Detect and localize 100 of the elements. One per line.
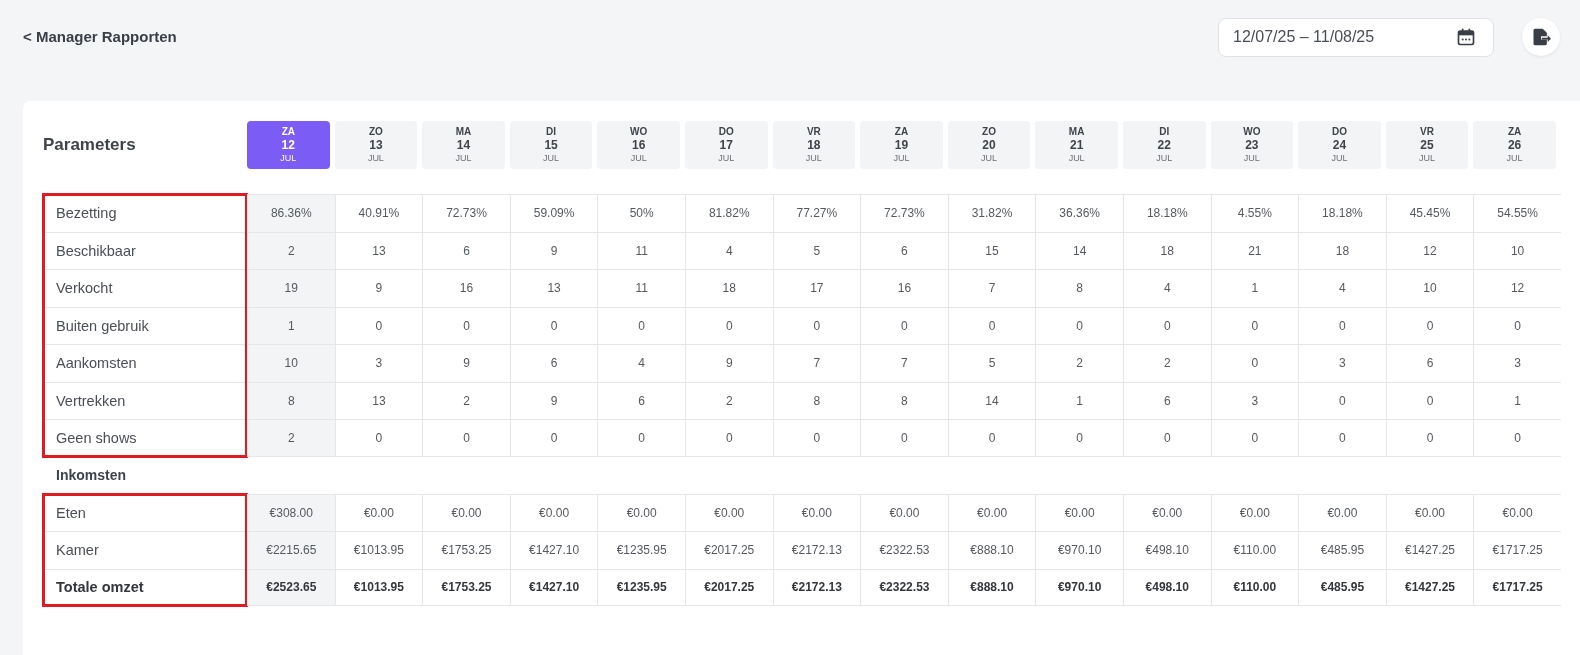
table-cell: €1717.25 [1473, 568, 1561, 606]
weekday-label: ZA [281, 126, 295, 139]
date-tab[interactable]: VR 25 JUL [1385, 121, 1469, 169]
day-number: 17 [719, 138, 733, 153]
table-cell: 4.55% [1210, 194, 1299, 232]
table-cell: 0 [1210, 306, 1299, 344]
table-cell: 81.82% [684, 194, 773, 232]
table-cell: 8 [1035, 269, 1123, 307]
table-cell: €1753.25 [422, 568, 510, 606]
date-tab[interactable]: ZA 12 JUL [247, 121, 330, 169]
table-cell: €2172.13 [772, 531, 861, 569]
date-range-field[interactable]: 12/07/25 – 11/08/25 [1218, 17, 1494, 57]
table-cell: 31.82% [947, 194, 1036, 232]
date-tab[interactable]: ZO 20 JUL [947, 121, 1031, 169]
table-cell: 9 [334, 269, 423, 307]
table-cell: €1753.25 [422, 531, 510, 569]
table-cell: 18.18% [1122, 194, 1211, 232]
table-cell: 0 [1473, 306, 1561, 344]
weekday-label: VR [806, 126, 821, 139]
date-tab[interactable]: DO 24 JUL [1298, 121, 1381, 169]
table-cell: €110.00 [1210, 568, 1299, 606]
day-number: 26 [1507, 138, 1522, 153]
month-label: JUL [718, 152, 735, 164]
table-cell: 0 [1122, 419, 1211, 457]
date-tab[interactable]: WO 23 JUL [1210, 121, 1294, 169]
table-cell: €888.10 [947, 531, 1036, 569]
month-label: JUL [280, 152, 297, 164]
table-cell: 11 [597, 231, 685, 269]
weekday-label: DI [1159, 126, 1170, 139]
month-label: JUL [893, 152, 910, 164]
date-tab[interactable]: DI 15 JUL [509, 121, 593, 169]
table-cell: 0 [684, 419, 773, 457]
table-cell: €1427.10 [509, 568, 598, 606]
table-cell: 0 [1035, 306, 1123, 344]
table-cell: 72.73% [422, 194, 510, 232]
day-number: 25 [1420, 138, 1434, 153]
table-cell: €970.10 [1035, 568, 1123, 606]
table-cell: 50% [597, 194, 685, 232]
table-cell: 0 [1210, 344, 1299, 382]
day-number: 16 [632, 138, 646, 153]
date-tab[interactable]: DI 22 JUL [1122, 121, 1206, 169]
table-cell: 12 [1473, 269, 1561, 307]
table-cell: 13 [334, 381, 423, 419]
date-tab[interactable]: ZA 19 JUL [860, 121, 943, 169]
table-cell: 1 [1473, 381, 1561, 419]
table-cell: €498.10 [1122, 568, 1211, 606]
table-cell: €0.00 [1473, 493, 1561, 531]
day-number: 14 [456, 138, 471, 153]
table-cell: 0 [1122, 306, 1211, 344]
date-tab[interactable]: MA 21 JUL [1035, 121, 1118, 169]
table-cell: €1235.95 [597, 568, 685, 606]
table-cell: 16 [860, 269, 948, 307]
table-cell: €0.00 [509, 493, 598, 531]
table-cell: 0 [947, 419, 1036, 457]
date-tab[interactable]: DO 17 JUL [684, 121, 768, 169]
table-cell: 0 [1210, 419, 1299, 457]
table-cell: 1 [247, 306, 335, 344]
weekday-label: ZA [894, 126, 909, 139]
date-tab[interactable]: WO 16 JUL [597, 121, 680, 169]
table-cell: 40.91% [334, 194, 423, 232]
table-cell: €2523.65 [247, 568, 335, 606]
table-cell: €0.00 [947, 493, 1036, 531]
date-tab[interactable]: VR 18 JUL [772, 121, 856, 169]
month-label: JUL [805, 152, 822, 164]
table-cell: 8 [860, 381, 948, 419]
table-cell: 2 [1122, 344, 1211, 382]
table-cell: 10 [1385, 269, 1474, 307]
table-cell: €1427.25 [1385, 531, 1474, 569]
table-cell: 0 [422, 419, 510, 457]
table-cell: €1427.10 [509, 531, 598, 569]
table-cell: 14 [947, 381, 1036, 419]
table-cell: 1 [1035, 381, 1123, 419]
table-cell: €1717.25 [1473, 531, 1561, 569]
table-cell: 13 [334, 231, 423, 269]
weekday-label: VR [1420, 126, 1434, 139]
table-cell: 7 [860, 344, 948, 382]
table-cell: 13 [509, 269, 598, 307]
month-label: JUL [1243, 152, 1260, 164]
table-cell: 0 [1035, 419, 1123, 457]
table-cell: 9 [509, 381, 598, 419]
table-cell: 0 [772, 419, 861, 457]
table-cell: 0 [1385, 419, 1474, 457]
table-cell: 0 [947, 306, 1036, 344]
table-cell: €0.00 [1035, 493, 1123, 531]
weekday-label: WO [1243, 126, 1261, 139]
date-tab[interactable]: ZA 26 JUL [1473, 121, 1556, 169]
table-cell: 9 [509, 231, 598, 269]
table-cell: 6 [1385, 344, 1474, 382]
export-button[interactable] [1522, 18, 1560, 56]
table-cell: 4 [1298, 269, 1386, 307]
back-link[interactable]: < Manager Rapporten [23, 27, 177, 45]
date-tab[interactable]: MA 14 JUL [422, 121, 505, 169]
table-cell: 10 [247, 344, 335, 382]
weekday-label: ZO [368, 126, 383, 139]
parameters-title: Parameters [43, 135, 137, 155]
table-cell: €0.00 [1122, 493, 1211, 531]
table-cell: 0 [1385, 306, 1474, 344]
day-number: 20 [982, 138, 996, 153]
date-tab[interactable]: ZO 13 JUL [334, 121, 418, 169]
month-label: JUL [1156, 152, 1173, 164]
